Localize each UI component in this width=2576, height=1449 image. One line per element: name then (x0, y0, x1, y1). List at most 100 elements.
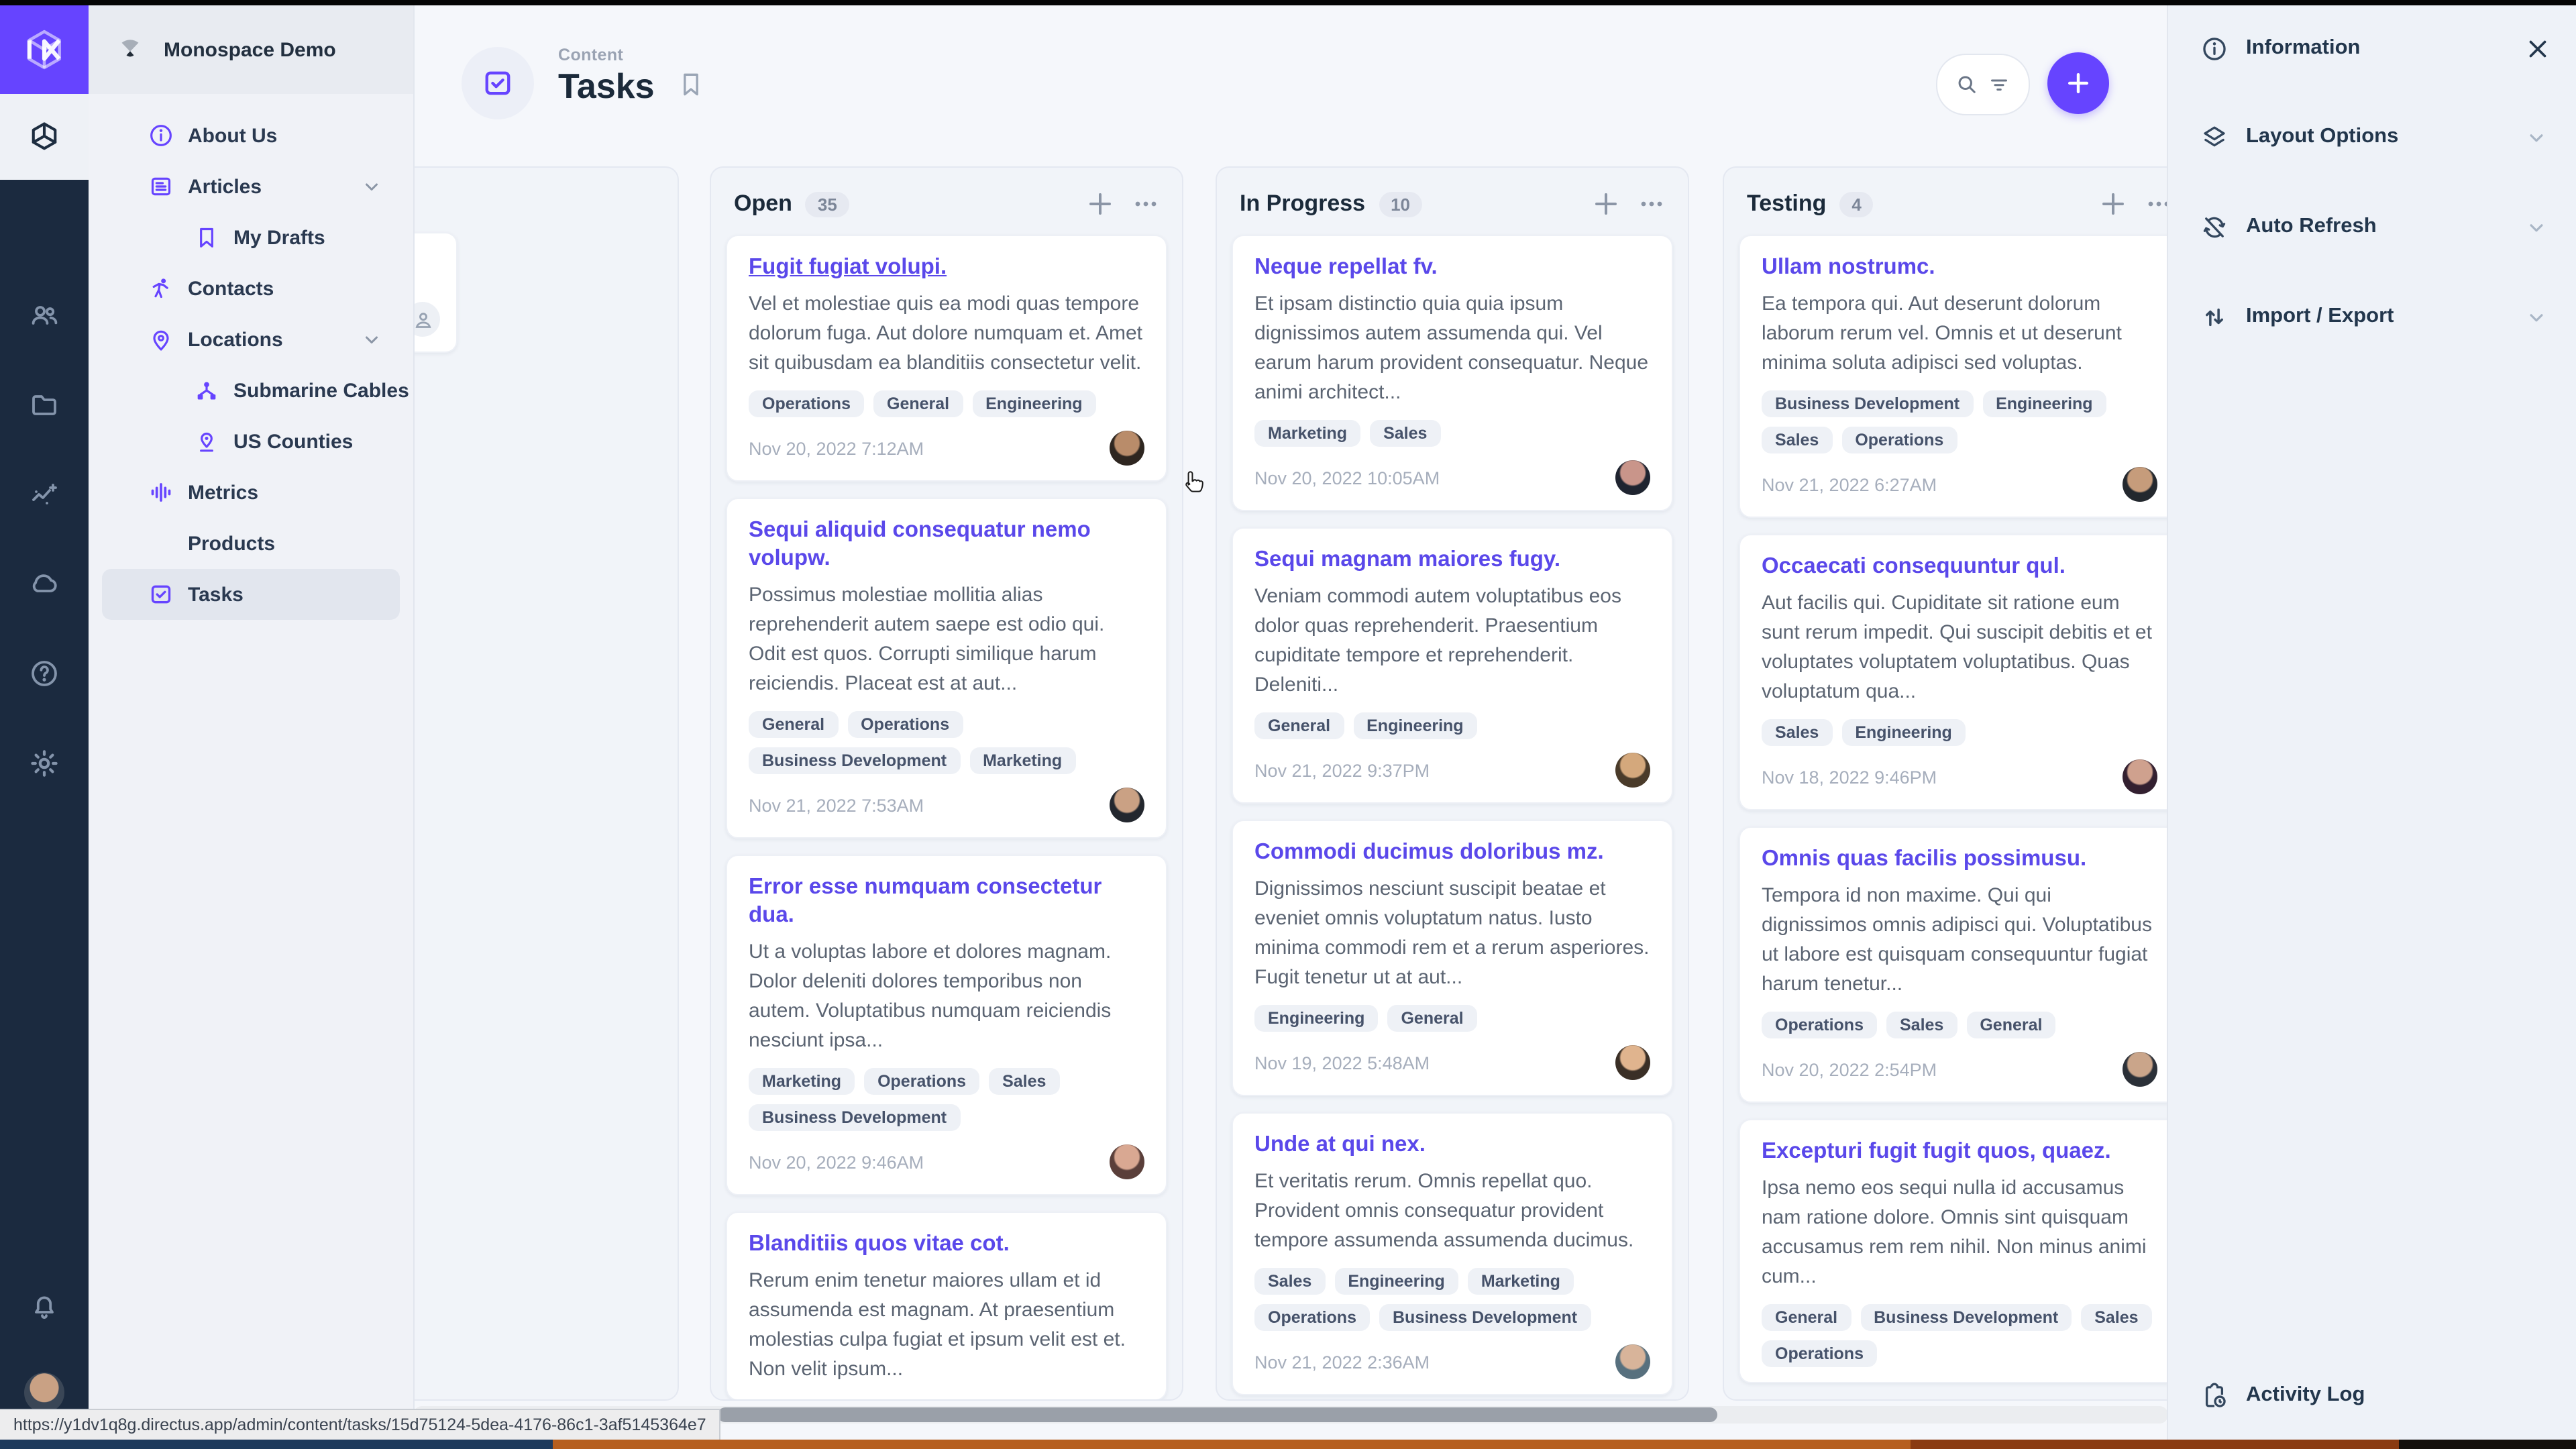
drawer-section-layout-options[interactable]: Layout Options (2168, 110, 2576, 164)
assignee-avatar (2123, 467, 2157, 502)
card-description: Ipsa nemo eos sequi nulla id accusamus n… (1762, 1174, 2157, 1292)
card-title[interactable]: Ullam nostrumc. (1762, 254, 2157, 282)
kanban-column-open: Open35Fugit fugiat volupi.Vel et molesti… (710, 166, 1183, 1401)
sidebar-item-us-counties[interactable]: US Counties (102, 416, 400, 467)
card-footer: Nov 19, 2022 5:48AM (1254, 1045, 1650, 1080)
drawer-section-import-export[interactable]: Import / Export (2168, 290, 2576, 343)
project-switcher[interactable]: Monospace Demo (89, 5, 413, 94)
task-card[interactable]: Omnis quas facilis possimusu.Tempora id … (1739, 826, 2180, 1103)
card-footer: Nov 21, 2022 2:36AM (1254, 1344, 1650, 1379)
close-icon[interactable] (2524, 34, 2552, 62)
card-footer: Nov 18, 2022 9:46PM (1762, 759, 2157, 794)
tag-chip: Marketing (1254, 420, 1360, 447)
insights-icon (28, 479, 60, 511)
card-title[interactable]: Commodi ducimus doloribus mz. (1254, 839, 1650, 867)
card-description: Veniam commodi autem voluptatibus eos do… (1254, 582, 1650, 700)
card-footer: Nov 21, 2022 6:27AM (1762, 467, 2157, 502)
sidebar-item-submarine-cables[interactable]: Submarine Cables (102, 365, 400, 416)
card-description: Possimus molestiae mollitia alias repreh… (749, 581, 1144, 699)
breadcrumb[interactable]: Content (558, 46, 623, 64)
card-title[interactable]: Omnis quas facilis possimusu. (1762, 845, 2157, 873)
card-date: Nov 21, 2022 9:37PM (1254, 760, 1430, 780)
card-title[interactable]: Unde at qui nex. (1254, 1131, 1650, 1159)
tag-chip: Operations (1762, 1340, 1877, 1367)
directus-logo[interactable] (0, 5, 89, 94)
scrollbar-thumb[interactable] (718, 1407, 1717, 1422)
task-card[interactable]: Blanditiis quos vitae cot.Rerum enim ten… (726, 1212, 1167, 1401)
module-help-icon[interactable] (20, 649, 68, 698)
task-card[interactable]: Error esse numquam consectetur dua.Ut a … (726, 855, 1167, 1195)
card-description: Aut facilis qui. Cupiditate sit ratione … (1762, 589, 2157, 707)
activity-log-button[interactable]: Activity Log (2168, 1364, 2576, 1426)
drawer-section-auto-refresh[interactable]: Auto Refresh (2168, 200, 2576, 254)
search-bar[interactable] (1936, 54, 2030, 115)
card-date: Nov 21, 2022 6:27AM (1762, 474, 1937, 494)
drawer-section-information[interactable]: Information (2168, 21, 2576, 75)
card-date: Nov 20, 2022 10:05AM (1254, 468, 1440, 488)
task-card[interactable]: Occaecati consequuntur qul. Aut facilis q… (1739, 534, 2180, 810)
sidebar-item-locations[interactable]: Locations (102, 314, 400, 365)
sidebar-item-label: US Counties (233, 430, 353, 453)
task-card[interactable]: Neque repellat fv.Et ipsam distinctio qu… (1232, 235, 1673, 511)
add-item-button[interactable] (2047, 52, 2109, 114)
sidebar-item-metrics[interactable]: Metrics (102, 467, 400, 518)
strip-segment (553, 1440, 1911, 1449)
sidebar-item-articles[interactable]: Articles (102, 161, 400, 212)
sidebar-item-my-drafts[interactable]: My Drafts (102, 212, 400, 263)
module-user-avatar[interactable] (24, 1373, 64, 1413)
chevron-down-icon (360, 327, 384, 352)
card-title[interactable]: Occaecati consequuntur qul. (1762, 553, 2157, 581)
module-bell-icon[interactable] (20, 1281, 68, 1330)
tag-chip: Operations (1762, 1012, 1877, 1038)
card-title[interactable]: Excepturi fugit fugit quos, quaez. (1762, 1138, 2157, 1166)
card-description: Ea tempora qui. Aut deserunt dolorum lab… (1762, 290, 2157, 378)
tag-chip: General (749, 711, 838, 738)
column-more-button[interactable] (1130, 188, 1162, 220)
card-footer: Nov 20, 2022 10:05AM (1254, 460, 1650, 495)
column-add-button[interactable] (1590, 188, 1622, 220)
task-card[interactable]: Sequi magnam maiores fugy. Veniam commodi… (1232, 527, 1673, 804)
card-title[interactable]: Fugit fugiat volupi. (749, 254, 1144, 282)
card-tags: EngineeringGeneral (1254, 1005, 1650, 1032)
column-add-button[interactable] (2097, 188, 2129, 220)
bookmark-outline-icon[interactable] (676, 70, 706, 99)
sidebar-item-contacts[interactable]: Contacts (102, 263, 400, 314)
drawer-section-label: Information (2246, 36, 2361, 60)
bookmark-icon (193, 224, 220, 251)
card-title[interactable]: Error esse numquam consectetur dua. (749, 873, 1144, 930)
task-card[interactable]: Sequi aliquid consequatur nemo volupw. Po… (726, 498, 1167, 839)
screen-bottom-strip (0, 1440, 2576, 1449)
sidebar-item-products[interactable]: Products (102, 518, 400, 569)
module-insights-icon[interactable] (20, 471, 68, 519)
module-folder-icon[interactable] (20, 381, 68, 429)
card-title[interactable]: Sequi aliquid consequatur nemo volupw. (749, 517, 1144, 573)
task-card[interactable]: Fugit fugiat volupi.Vel et molestiae qui… (726, 235, 1167, 482)
card-description: Et veritatis rerum. Omnis repellat quo. … (1254, 1167, 1650, 1256)
column-more-button[interactable] (1635, 188, 1668, 220)
tag-chip: Sales (2081, 1304, 2151, 1331)
module-users-icon[interactable] (20, 291, 68, 339)
card-title[interactable]: Blanditiis quos vitae cot. (749, 1230, 1144, 1258)
sidebar-item-about-us[interactable]: About Us (102, 110, 400, 161)
task-card[interactable]: Unde at qui nex. Et veritatis rerum. Omni… (1232, 1112, 1673, 1395)
module-cloud-icon[interactable] (20, 559, 68, 608)
chevron-down-icon (2524, 124, 2549, 150)
sidebar-item-tasks[interactable]: Tasks (102, 569, 400, 620)
navigation-sidebar: Monospace Demo About UsArticlesMy Drafts… (89, 5, 415, 1440)
card-title[interactable]: Neque repellat fv. (1254, 254, 1650, 282)
task-card[interactable]: Commodi ducimus doloribus mz.Dignissimos… (1232, 820, 1673, 1096)
tag-chip: Sales (1886, 1012, 1957, 1038)
module-settings-icon[interactable] (20, 739, 68, 788)
tag-chip: Sales (1254, 1268, 1325, 1295)
task-card[interactable]: Excepturi fugit fugit quos, quaez. Ipsa n… (1739, 1119, 2180, 1383)
task-card-partial[interactable]: ished task PM (413, 232, 458, 353)
activity-log-icon (2200, 1381, 2229, 1409)
sidebar-item-label: Locations (188, 328, 283, 351)
module-content-active[interactable] (0, 94, 89, 180)
card-title[interactable]: Sequi magnam maiores fugy. (1254, 546, 1650, 574)
task-card[interactable]: Ullam nostrumc. Ea tempora qui. Aut deser… (1739, 235, 2180, 518)
card-tags: SalesEngineering (1762, 719, 2157, 746)
column-add-button[interactable] (1084, 188, 1116, 220)
screen-top-strip (0, 0, 2576, 5)
tag-chip: Marketing (1468, 1268, 1574, 1295)
